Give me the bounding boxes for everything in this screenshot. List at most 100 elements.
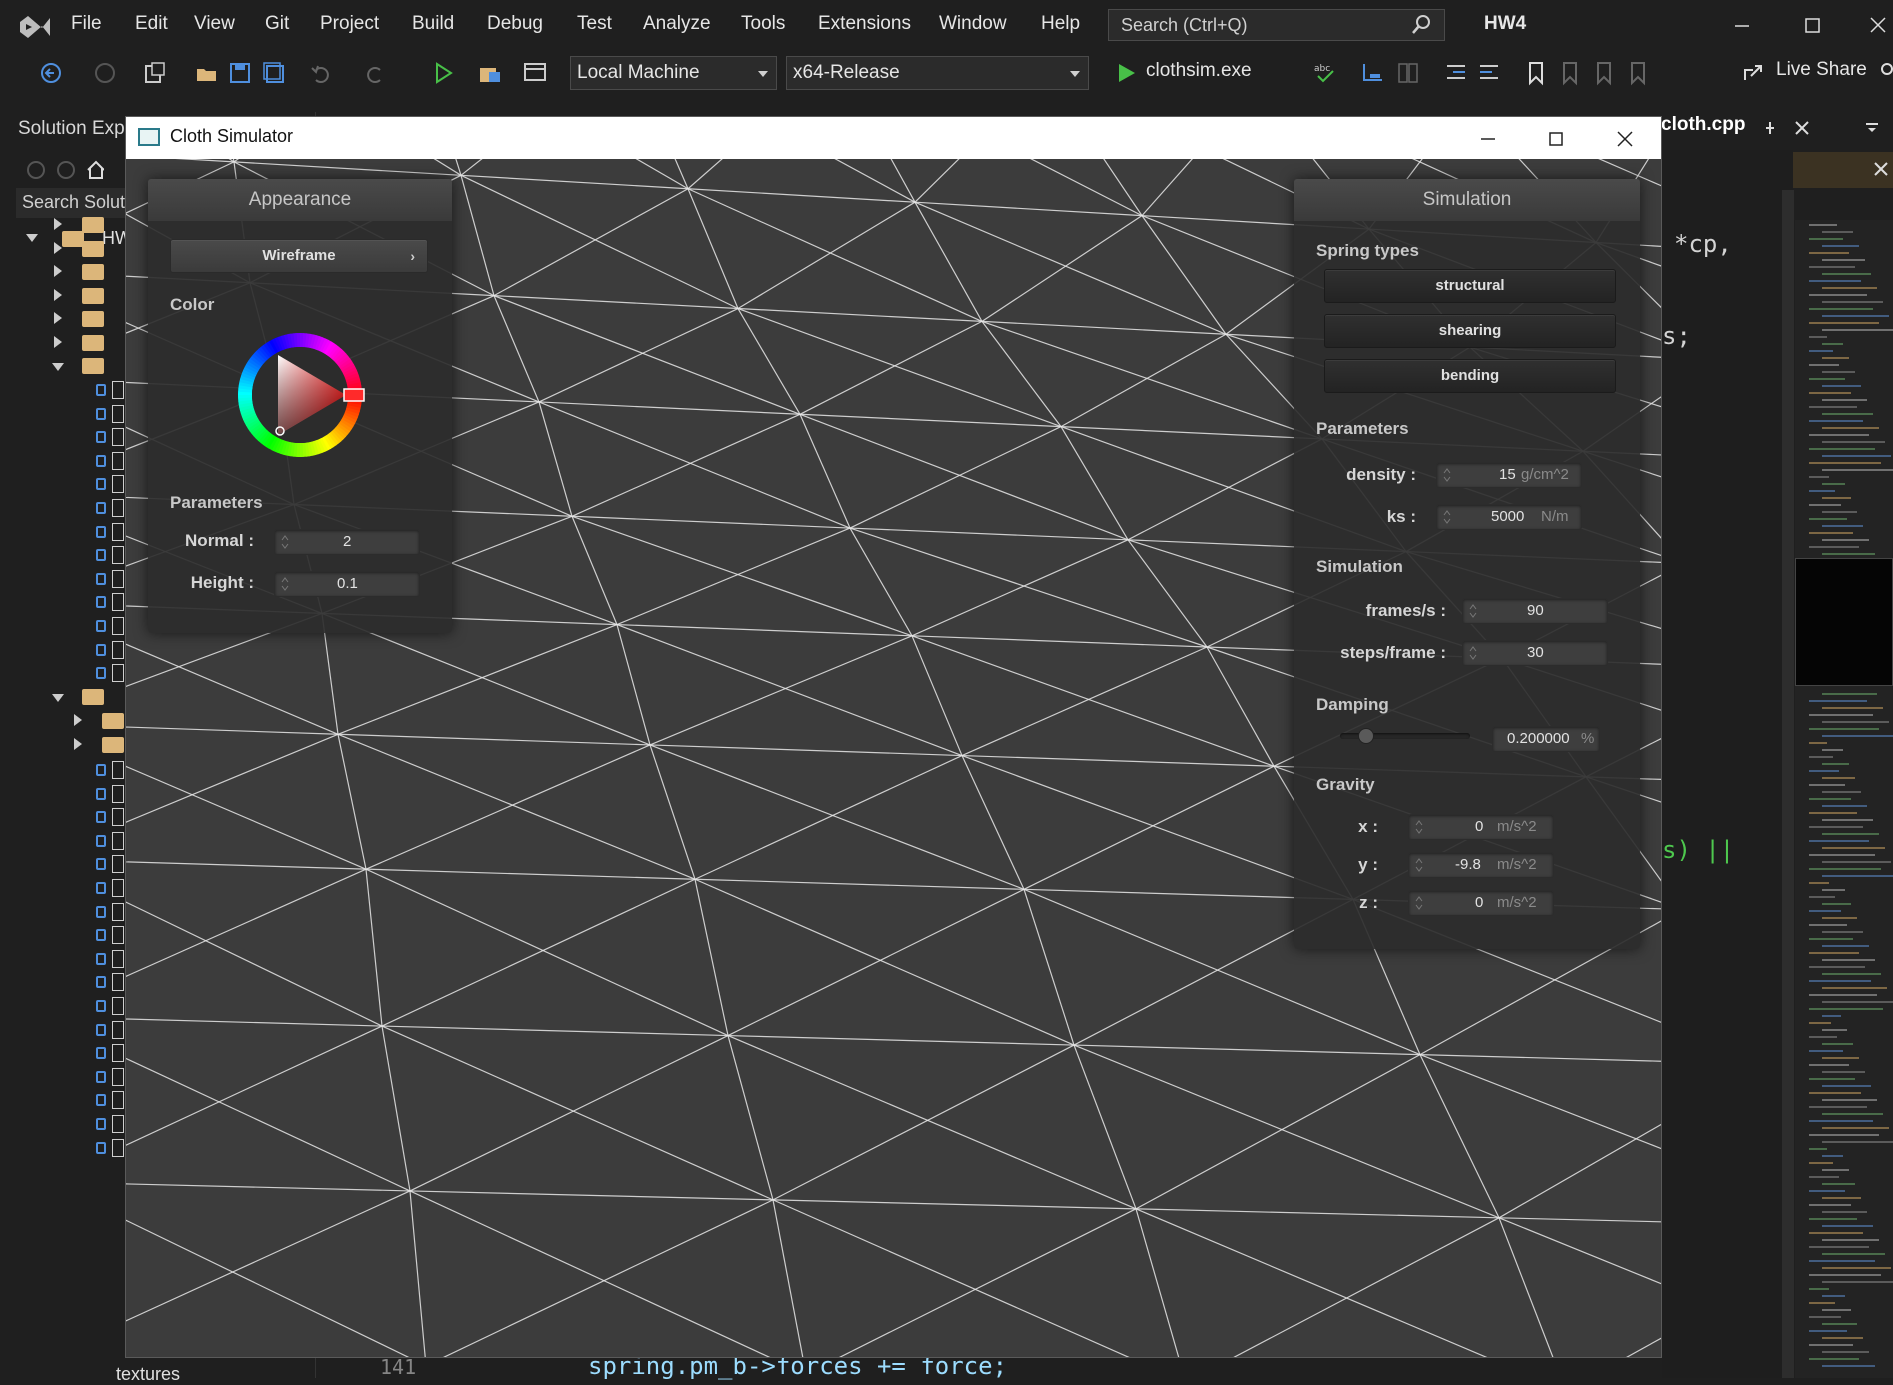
collapsed-arrow-icon[interactable] [54,265,62,277]
nav-home-icon[interactable] [24,158,104,182]
redo-icon[interactable] [362,60,388,86]
solution-search-placeholder: Search Solut [22,192,126,212]
sim-maximize-icon[interactable] [1544,127,1568,151]
run-icon[interactable] [1113,60,1139,86]
spell-check-icon[interactable]: abc [1312,60,1338,86]
undo-icon[interactable] [308,60,334,86]
save-icon[interactable] [227,60,253,86]
open-folder-icon[interactable] [194,60,220,86]
live-share-button[interactable]: Live Share [1776,59,1867,81]
menu-view[interactable]: View [194,13,235,35]
spinner-icon[interactable] [1415,894,1423,912]
spinner-icon[interactable] [1415,818,1423,836]
sim-close-icon[interactable] [1613,127,1637,151]
sim-titlebar[interactable]: Cloth Simulator [126,117,1661,159]
collapsed-arrow-icon[interactable] [54,241,62,254]
menu-help[interactable]: Help [1041,13,1080,35]
layout-icon[interactable] [1395,60,1421,86]
solution-icon[interactable] [477,60,503,86]
menu-extensions[interactable]: Extensions [818,13,911,35]
step-icon[interactable] [1360,60,1386,86]
menu-window[interactable]: Window [939,13,1007,35]
expanded-arrow-icon[interactable] [52,363,64,371]
tab-overflow-icon[interactable] [1862,120,1882,136]
account-icon[interactable] [1877,60,1893,86]
damping-input[interactable]: 0.200000 % [1492,726,1600,752]
forward-icon[interactable] [92,60,118,86]
indent-icon[interactable] [1443,60,1469,86]
search-input[interactable]: Search (Ctrl+Q) [1108,9,1445,41]
height-input[interactable]: 0.1 [274,571,420,597]
menu-file[interactable]: File [71,13,102,35]
start-without-debugging-icon[interactable] [430,60,456,86]
spinner-icon[interactable] [1469,602,1477,620]
bending-toggle-button[interactable]: bending [1324,359,1616,393]
structural-toggle-button[interactable]: structural [1324,269,1616,303]
shader-popup-button[interactable]: Wireframe › [170,239,428,273]
code-editor[interactable]: *cp, s; s) || [1662,150,1793,1378]
minimize-icon[interactable] [1727,10,1757,40]
sim-minimize-icon[interactable] [1476,127,1500,151]
save-all-icon[interactable] [261,60,287,86]
live-share-icon[interactable] [1741,60,1767,86]
clear-bookmarks-icon[interactable] [1625,60,1651,86]
tab-pin-close-icon[interactable] [1758,118,1818,138]
ks-input[interactable]: 5000 N/m [1436,504,1582,530]
spinner-icon[interactable] [281,575,289,593]
density-input[interactable]: 15 g/cm^2 [1436,462,1582,488]
cloth-viewport[interactable]: Appearance Wireframe › Color Parameters … [126,159,1661,1357]
minimap-viewport[interactable] [1795,558,1893,686]
prev-bookmark-icon[interactable] [1557,60,1583,86]
menu-analyze[interactable]: Analyze [643,13,711,35]
gravity-z-input[interactable]: 0 m/s^2 [1408,890,1554,916]
back-icon[interactable] [38,60,64,86]
menu-test[interactable]: Test [577,13,612,35]
hue-marker[interactable] [343,388,365,402]
new-project-icon[interactable] [142,60,168,86]
spinner-icon[interactable] [1443,508,1451,526]
collapsed-arrow-icon[interactable] [74,714,82,726]
spinner-icon[interactable] [1415,856,1423,874]
fps-input[interactable]: 90 [1462,598,1608,624]
configuration-dropdown[interactable]: x64-Release [786,56,1089,90]
run-target-button[interactable]: clothsim.exe [1146,60,1252,82]
editor-scrollbar[interactable] [1782,190,1794,1378]
steps-input[interactable]: 30 [1462,640,1608,666]
spinner-icon[interactable] [1443,466,1451,484]
fps-label: frames/s : [1365,601,1446,620]
outdent-icon[interactable] [1476,60,1502,86]
platform-dropdown[interactable]: Local Machine [570,56,777,90]
menu-debug[interactable]: Debug [487,13,543,35]
menu-edit[interactable]: Edit [135,13,168,35]
menu-build[interactable]: Build [412,13,454,35]
next-bookmark-icon[interactable] [1591,60,1617,86]
collapsed-arrow-icon[interactable] [54,312,62,324]
damping-slider-knob[interactable] [1358,728,1374,744]
minimap-line [1822,805,1867,807]
spinner-icon[interactable] [1469,644,1477,662]
appearance-panel-title[interactable]: Appearance [148,179,452,221]
shearing-toggle-button[interactable]: shearing [1324,314,1616,348]
menu-git[interactable]: Git [265,13,289,35]
code-minimap[interactable] [1795,220,1893,1378]
collapsed-arrow-icon[interactable] [54,335,62,348]
color-wheel[interactable] [232,325,380,467]
close-icon[interactable] [1863,10,1893,40]
window-icon[interactable] [522,60,548,86]
expanded-arrow-icon[interactable] [52,694,64,702]
tree-folder-textures[interactable]: textures [116,1364,180,1385]
tab-cloth-cpp[interactable]: cloth.cpp [1661,114,1745,136]
simulation-panel-title[interactable]: Simulation [1294,179,1640,221]
menu-tools[interactable]: Tools [741,13,785,35]
normal-input[interactable]: 2 [274,529,420,555]
collapsed-arrow-icon[interactable] [54,218,62,230]
bookmark-icon[interactable] [1523,60,1549,86]
info-bar-close-icon[interactable] [1872,160,1890,178]
gravity-x-input[interactable]: 0 m/s^2 [1408,814,1554,840]
collapsed-arrow-icon[interactable] [74,738,82,750]
collapsed-arrow-icon[interactable] [54,288,62,301]
spinner-icon[interactable] [281,533,289,551]
menu-project[interactable]: Project [320,13,379,35]
maximize-icon[interactable] [1798,10,1828,40]
gravity-y-input[interactable]: -9.8 m/s^2 [1408,852,1554,878]
